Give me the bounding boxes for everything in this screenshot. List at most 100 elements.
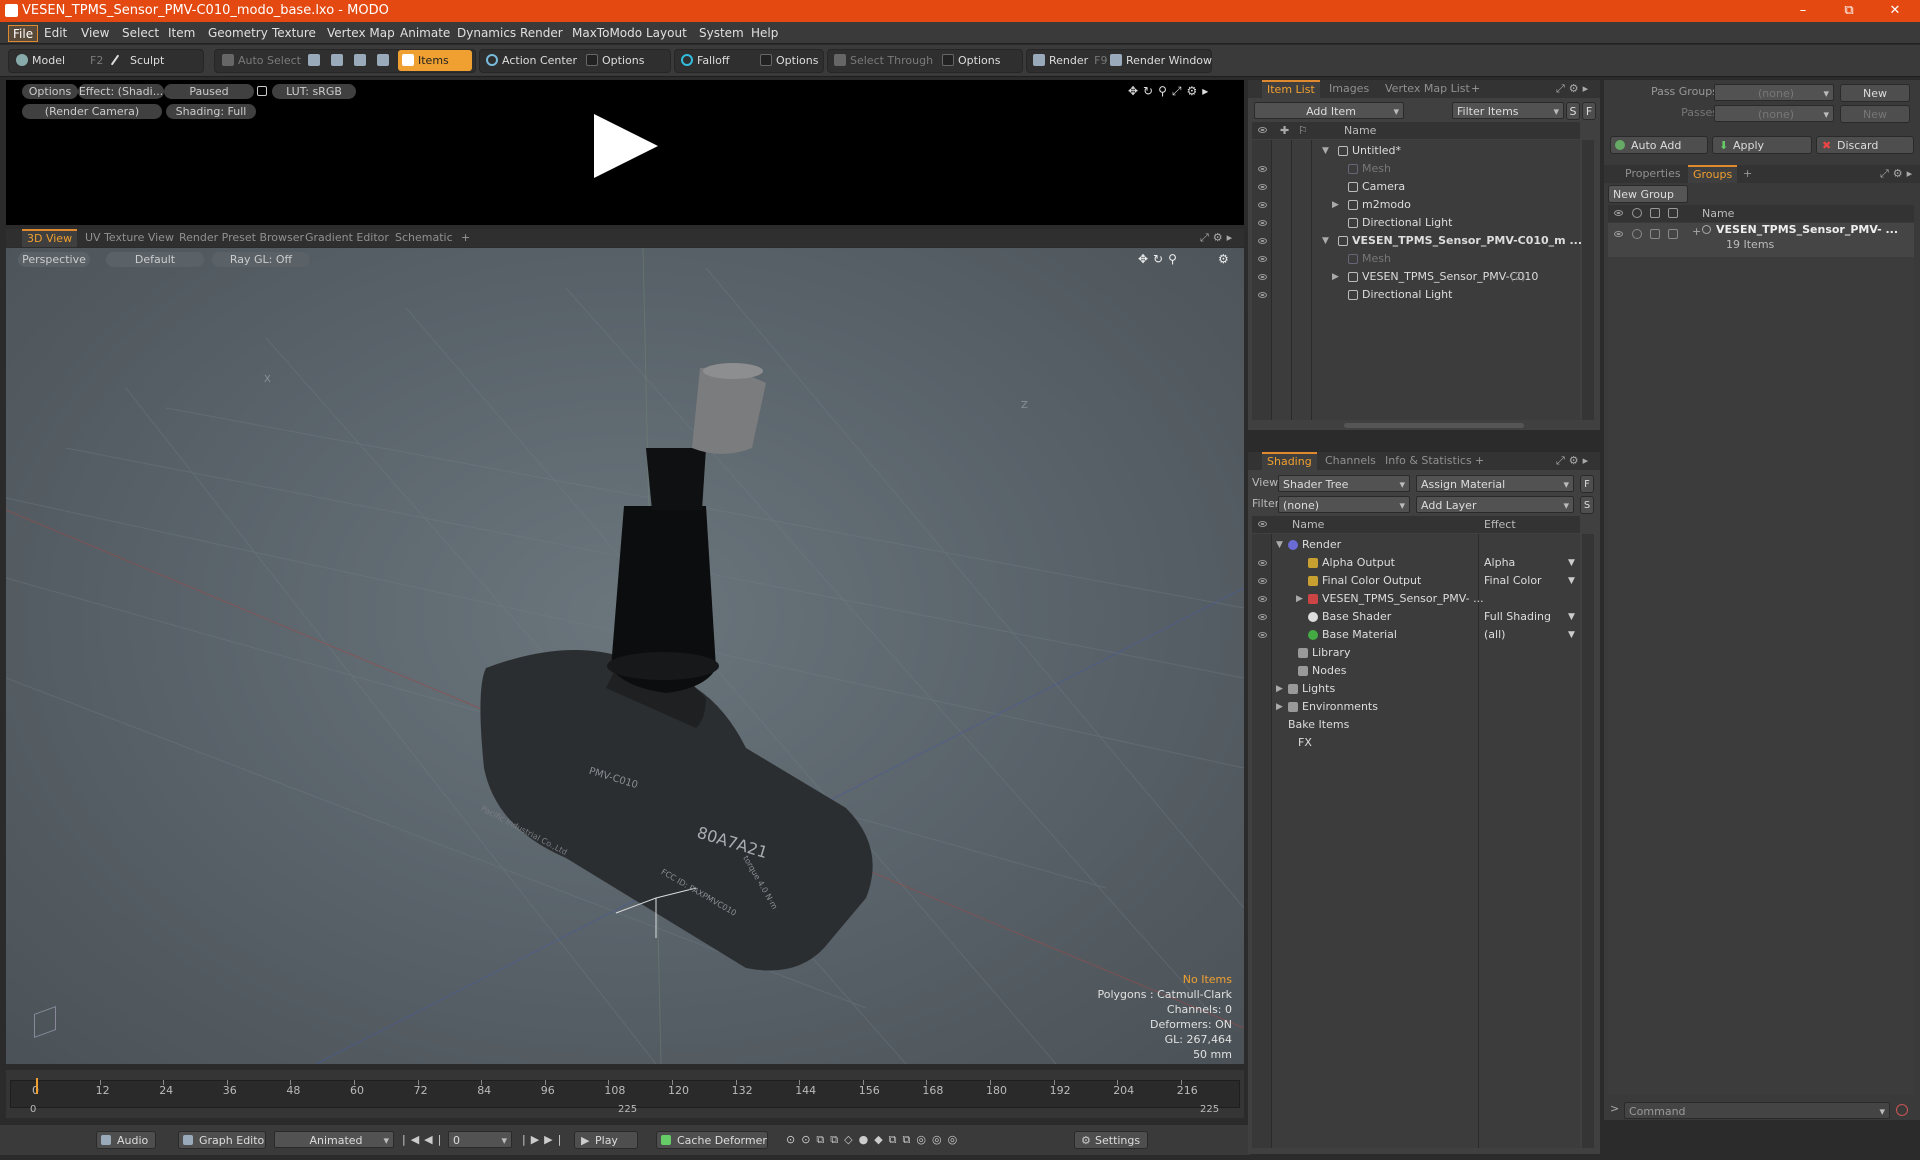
panel-menu-icons[interactable]: ⤢⚙▸: [1880, 167, 1916, 181]
expand-arrow-icon[interactable]: ▶: [1332, 196, 1339, 214]
shader-tree-scrollbar[interactable]: [1582, 534, 1594, 1148]
preview-view-controls[interactable]: ✥↻⚲⤢⚙▸: [1128, 84, 1213, 99]
item-list-scrollbar[interactable]: [1582, 140, 1594, 420]
close-button[interactable]: ✕: [1872, 0, 1918, 22]
expand-arrow-icon[interactable]: ▶: [1276, 698, 1283, 716]
menu-file[interactable]: File: [8, 25, 39, 42]
ray-gl-dropdown[interactable]: Ray GL: Off: [212, 252, 310, 267]
auto-add-button[interactable]: Auto Add: [1610, 136, 1708, 154]
play-button[interactable]: ▶ Play: [574, 1131, 638, 1149]
shader-effect-value[interactable]: Final Color: [1484, 572, 1542, 590]
tab-images[interactable]: Images: [1324, 80, 1374, 98]
menu-texture[interactable]: Texture: [268, 25, 320, 42]
panel-menu-icons[interactable]: ⤢⚙▸: [1556, 454, 1592, 468]
menu-system[interactable]: System: [695, 25, 748, 42]
tab-render-preset-browser[interactable]: Render Preset Browser: [174, 229, 309, 247]
eye-icon[interactable]: [1258, 560, 1267, 566]
tab-groups[interactable]: Groups: [1688, 165, 1738, 183]
menu-help[interactable]: Help: [747, 25, 782, 42]
item-row[interactable]: Directional Light: [1252, 214, 1580, 232]
item-row[interactable]: ▶ VESEN_TPMS_Sensor_PMV-C010 (2): [1252, 268, 1580, 286]
render-camera-dropdown[interactable]: (Render Camera): [22, 104, 162, 119]
apply-button[interactable]: ⬇ Apply: [1712, 136, 1812, 154]
menu-edit[interactable]: Edit: [40, 25, 71, 42]
animated-dropdown[interactable]: Animated: [274, 1131, 394, 1149]
panel-menu-icons[interactable]: ⤢⚙▸: [1200, 231, 1236, 245]
cache-deformers-button[interactable]: Cache Deformers: [656, 1131, 768, 1149]
frame-input[interactable]: 0: [448, 1131, 512, 1149]
menu-dynamics[interactable]: Dynamics: [453, 25, 520, 42]
eye-icon[interactable]: [1258, 202, 1267, 208]
shader-row[interactable]: Nodes: [1252, 662, 1580, 680]
shading-dropdown[interactable]: Shading: Full: [166, 104, 256, 119]
eye-icon[interactable]: [1258, 220, 1267, 226]
shader-row[interactable]: Bake Items: [1252, 716, 1580, 734]
item-row[interactable]: ▼ Untitled*: [1252, 142, 1580, 160]
tab-uv-texture-view[interactable]: UV Texture View: [80, 229, 179, 247]
eye-icon[interactable]: [1258, 578, 1267, 584]
shader-row[interactable]: Base Material (all) ▼: [1252, 626, 1580, 644]
materials-mode-button[interactable]: [373, 50, 393, 71]
sculpt-mode-button[interactable]: Sculpt: [110, 50, 164, 71]
eye-icon[interactable]: [1258, 274, 1267, 280]
menu-animate[interactable]: Animate: [396, 25, 454, 42]
expand-arrow-icon[interactable]: ▶: [1276, 680, 1283, 698]
model-mode-button[interactable]: Model: [12, 50, 65, 71]
new-pass-group-button[interactable]: New: [1840, 84, 1910, 102]
graph-editor-button[interactable]: Graph Editor: [178, 1131, 266, 1149]
menu-render[interactable]: Render: [516, 25, 567, 42]
shader-row[interactable]: Final Color Output Final Color ▼: [1252, 572, 1580, 590]
preview-paused-toggle[interactable]: Paused: [164, 84, 254, 99]
menu-item[interactable]: Item: [164, 25, 199, 42]
shader-row[interactable]: ▶ Environments: [1252, 698, 1580, 716]
tab-gradient-editor[interactable]: Gradient Editor: [300, 229, 394, 247]
command-input[interactable]: Command: [1624, 1102, 1890, 1120]
menu-select[interactable]: Select: [118, 25, 163, 42]
shader-row[interactable]: Library: [1252, 644, 1580, 662]
shader-row[interactable]: ▼ Render: [1252, 536, 1580, 554]
minimize-button[interactable]: –: [1780, 0, 1826, 22]
new-pass-button[interactable]: New: [1840, 105, 1910, 123]
add-tab-icon[interactable]: +: [1466, 80, 1485, 98]
shader-effect-value[interactable]: (all): [1484, 626, 1505, 644]
render-window-button[interactable]: Render Window: [1106, 50, 1212, 71]
collapse-arrow-icon[interactable]: ▼: [1322, 142, 1329, 160]
add-tab-icon[interactable]: +: [1470, 452, 1489, 470]
shader-effect-value[interactable]: Alpha: [1484, 554, 1515, 572]
tab-3d-view[interactable]: 3D View: [22, 229, 78, 247]
collapse-arrow-icon[interactable]: ▼: [1322, 232, 1329, 250]
tab-vertex-map-list[interactable]: Vertex Map List: [1380, 80, 1475, 98]
eye-icon[interactable]: [1614, 231, 1623, 237]
expand-arrow-icon[interactable]: ▶: [1332, 268, 1339, 286]
expand-arrow-icon[interactable]: ▶: [1296, 590, 1303, 608]
shader-row[interactable]: FX: [1252, 734, 1580, 752]
eye-icon[interactable]: [1258, 256, 1267, 262]
effect-dropdown-icon[interactable]: ▼: [1568, 608, 1575, 626]
menu-view[interactable]: View: [77, 25, 113, 42]
item-row[interactable]: ▼ VESEN_TPMS_Sensor_PMV-C010_m ...: [1252, 232, 1582, 250]
tab-shading[interactable]: Shading: [1262, 452, 1317, 470]
command-history-icon[interactable]: [1896, 1104, 1908, 1116]
audio-button[interactable]: Audio: [96, 1131, 156, 1149]
key-tools-icons[interactable]: ⊙⊙⧉⧉◇●◆⧉⧉◎◎◎: [786, 1133, 963, 1147]
item-list-f-button[interactable]: F: [1582, 102, 1596, 120]
shading-filter-dropdown[interactable]: (none): [1278, 496, 1410, 514]
preview-effect-dropdown[interactable]: Effect: (Shadi...: [78, 84, 164, 99]
play-preview-icon[interactable]: [594, 114, 658, 178]
restore-button[interactable]: ⧉: [1826, 0, 1872, 22]
panel-menu-icons[interactable]: ⤢⚙▸: [1556, 82, 1592, 96]
preview-options-button[interactable]: Options: [22, 84, 78, 99]
menu-vertex-map[interactable]: Vertex Map: [323, 25, 399, 42]
items-mode-button[interactable]: Items: [398, 50, 472, 71]
shader-row[interactable]: ▶ Lights: [1252, 680, 1580, 698]
action-center-options-button[interactable]: Options: [582, 50, 644, 71]
auto-select-button[interactable]: Auto Select: [218, 50, 301, 71]
tab-schematic[interactable]: Schematic: [390, 229, 458, 247]
settings-button[interactable]: ⚙ Settings: [1074, 1131, 1148, 1149]
group-row[interactable]: + VESEN_TPMS_Sensor_PMV- ... 19 Items: [1608, 223, 1914, 257]
add-tab-icon[interactable]: +: [456, 229, 475, 247]
tab-item-list[interactable]: Item List: [1262, 80, 1320, 98]
assign-material-input[interactable]: Assign Material: [1416, 475, 1574, 493]
shader-row[interactable]: Base Shader Full Shading ▼: [1252, 608, 1580, 626]
eye-icon[interactable]: [1258, 184, 1267, 190]
